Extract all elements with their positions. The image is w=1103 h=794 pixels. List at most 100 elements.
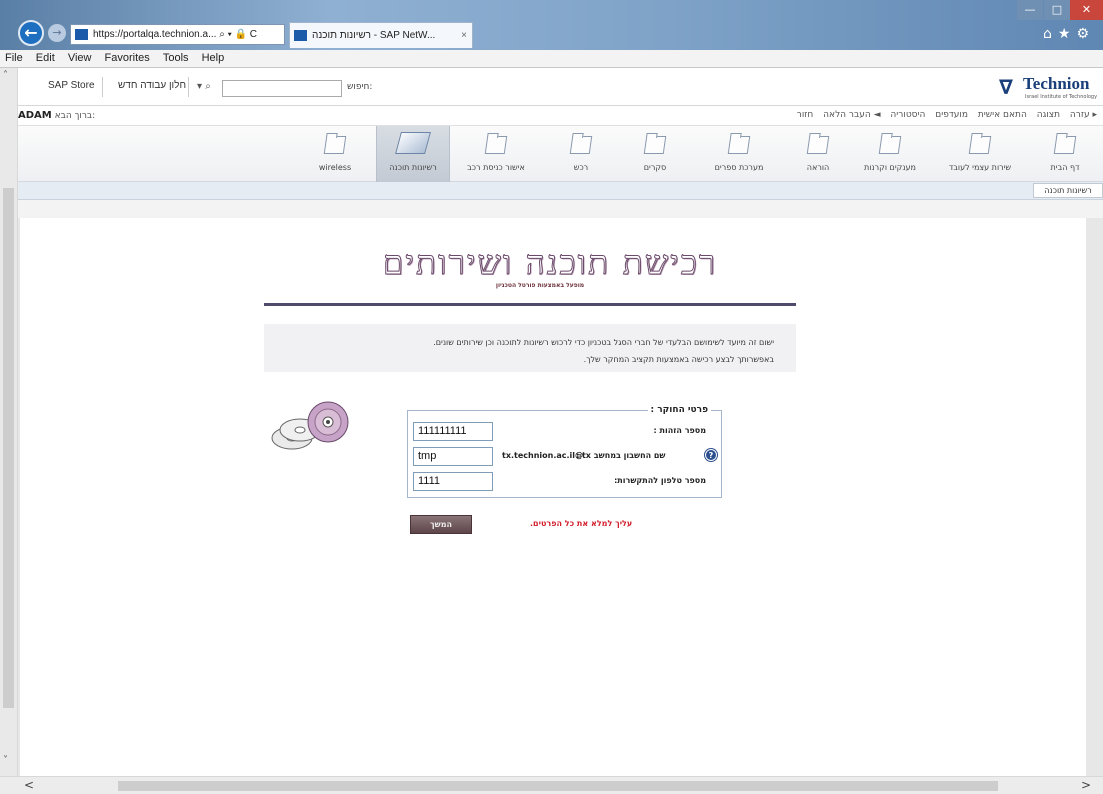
menu-file[interactable]: File	[0, 50, 28, 64]
help-icon[interactable]: ?	[705, 449, 717, 461]
nav-software-licenses[interactable]: רשיונות תוכנה	[376, 126, 450, 182]
nav-label: wireless	[318, 163, 352, 172]
scroll-left-icon[interactable]: <	[24, 778, 34, 792]
back-button[interactable]: ←	[18, 20, 44, 46]
display-link[interactable]: תצוגה	[1037, 110, 1060, 120]
tab-close-icon[interactable]: ×	[461, 23, 467, 48]
subnav-software-licenses[interactable]: רשיונות תוכנה	[1033, 183, 1103, 198]
form-legend: פרטי החוקר :	[647, 405, 711, 415]
new-window-link[interactable]: חלון עבודה חדש	[118, 80, 186, 91]
logo-name: Technion	[1023, 74, 1090, 93]
welcome-user: ADAM	[18, 110, 52, 121]
search-input[interactable]	[222, 80, 342, 97]
nav-label: שירות עצמי לעובד	[948, 163, 1012, 172]
address-bar[interactable]: https://portalqa.technion.a... ⌕ ▾ 🔒 C	[70, 24, 285, 45]
browser-titlebar: ← → https://portalqa.technion.a... ⌕ ▾ 🔒…	[0, 0, 1103, 50]
id-number-input[interactable]: 111111111	[413, 422, 493, 441]
menu-tools[interactable]: Tools	[158, 50, 194, 64]
nav-label: רשיונות תוכנה	[389, 163, 437, 172]
error-message: עליך למלא את כל הפרטים.	[530, 519, 633, 528]
technion-logo: ∇ Technion Israel Institute of Technolog…	[999, 73, 1099, 103]
researcher-details-form: פרטי החוקר : 111111111 מספר הזהות : tmp …	[407, 405, 722, 498]
folder-icon	[727, 136, 751, 154]
vertical-scroll-thumb[interactable]	[3, 188, 14, 708]
folder-icon	[484, 136, 508, 154]
site-favicon-icon	[75, 29, 88, 40]
menu-view[interactable]: View	[63, 50, 97, 64]
nav-grants[interactable]: מענקים וקרנות	[852, 126, 928, 182]
folder-icon	[1053, 136, 1077, 154]
personalize-link[interactable]: התאם אישית	[978, 110, 1027, 120]
minimize-button[interactable]: —	[1017, 0, 1043, 20]
id-number-label: מספר הזהות :	[653, 426, 706, 435]
info-line-2: באפשרותך לבצע רכישה באמצעות תקציב המחקר …	[583, 355, 774, 364]
address-url: https://portalqa.technion.a...	[93, 29, 217, 40]
sub-navigation: רשיונות תוכנה	[0, 182, 1103, 200]
cd-discs-icon	[271, 401, 349, 450]
menu-edit[interactable]: Edit	[31, 50, 60, 64]
history-link[interactable]: היסטוריה	[890, 110, 925, 120]
nav-label: סקרים	[643, 163, 667, 172]
page-viewport: ˄ SAP Store חלון עבודה חדש ▾ ⌕ חיפוש: ∇ …	[0, 68, 1103, 794]
sap-store-link[interactable]: SAP Store	[48, 80, 95, 91]
nav-wireless[interactable]: wireless	[302, 126, 368, 182]
menu-favorites[interactable]: Favorites	[100, 50, 155, 64]
continue-button[interactable]: המשך	[410, 515, 472, 534]
search-icon[interactable]: ▾ ⌕	[197, 81, 211, 92]
close-window-button[interactable]: ✕	[1070, 0, 1103, 20]
scroll-up-icon[interactable]: ˄	[3, 70, 8, 81]
page-subtitle: מופעל באמצעות פורטל הטכניון	[495, 282, 585, 289]
welcome-text: ADAM ברוך הבא:	[18, 110, 95, 121]
forward-link[interactable]: ◄ העבר הלאה	[823, 110, 880, 120]
nav-surveys[interactable]: סקרים	[622, 126, 688, 182]
folder-icon	[323, 136, 347, 154]
nav-library-system[interactable]: מערכת ספרים	[700, 126, 778, 182]
account-domain-label: @tx.technion.ac.il	[502, 451, 584, 460]
phone-number-input[interactable]: 1111	[413, 472, 493, 491]
separator	[188, 77, 189, 97]
scroll-right-icon[interactable]: >	[1081, 778, 1091, 792]
horizontal-scrollbar[interactable]: < >	[0, 776, 1103, 794]
info-box: ישום זה מיועד לשימושם הבלעדי של חברי הסג…	[264, 324, 796, 372]
account-name-label: שם החשבון במחשב tx :	[576, 451, 666, 460]
menu-help[interactable]: Help	[197, 50, 230, 64]
top-links: עזרה תצוגה התאם אישית מועדפים היסטוריה ◄…	[790, 110, 1097, 120]
scroll-down-icon[interactable]: ˅	[3, 755, 8, 766]
forward-button[interactable]: →	[48, 24, 66, 42]
tab-favicon-icon	[294, 30, 307, 41]
phone-number-label: מספר טלפון להתקשרות:	[614, 476, 706, 485]
title-divider	[264, 303, 796, 306]
open-folder-icon	[395, 132, 431, 154]
nav-teaching[interactable]: הוראה	[785, 126, 851, 182]
nav-procurement[interactable]: רכש	[548, 126, 614, 182]
folder-icon	[569, 136, 593, 154]
logo-subtitle: Israel Institute of Technology	[1025, 94, 1098, 100]
nav-label: אישור כניסת רכב	[467, 163, 525, 172]
favorites-link[interactable]: מועדפים	[935, 110, 968, 120]
toolbar-icons[interactable]: ⌂★⚙	[1043, 26, 1095, 42]
nav-employee-self-service[interactable]: שירות עצמי לעובד	[940, 126, 1020, 182]
info-line-1: ישום זה מיועד לשימושם הבלעדי של חברי הסג…	[433, 338, 774, 347]
browser-tab[interactable]: רשיונות תוכנה - SAP NetW... ×	[289, 22, 473, 48]
separator	[102, 77, 103, 97]
nav-label: הוראה	[806, 163, 830, 172]
nav-label: מערכת ספרים	[714, 163, 764, 172]
nav-label: מענקים וקרנות	[864, 163, 916, 172]
horizontal-scroll-thumb[interactable]	[118, 781, 998, 791]
content-spacer	[0, 200, 1103, 218]
nav-label: דף הבית	[1050, 163, 1080, 172]
address-controls[interactable]: ⌕ ▾ 🔒 C	[219, 29, 257, 40]
top-link-bar: ADAM ברוך הבא: עזרה תצוגה התאם אישית מוע…	[0, 106, 1103, 126]
nav-vehicle-entry[interactable]: אישור כניסת רכב	[455, 126, 537, 182]
page-title: רכישת תוכנה ושירותים	[382, 243, 718, 283]
help-link[interactable]: עזרה	[1070, 110, 1090, 120]
folder-icon	[643, 136, 667, 154]
technion-emblem-icon: ∇	[999, 75, 1013, 99]
account-name-input[interactable]: tmp	[413, 447, 493, 466]
top-navigation: דף הבית שירות עצמי לעובד מענקים וקרנות ה…	[0, 126, 1103, 182]
maximize-button[interactable]: □	[1044, 0, 1070, 20]
vertical-scrollbar[interactable]: ˄ ˅	[0, 68, 18, 794]
menu-bar: File Edit View Favorites Tools Help	[0, 50, 1103, 68]
sap-header: ˄ SAP Store חלון עבודה חדש ▾ ⌕ חיפוש: ∇ …	[0, 68, 1103, 106]
nav-home[interactable]: דף הבית	[1032, 126, 1098, 182]
